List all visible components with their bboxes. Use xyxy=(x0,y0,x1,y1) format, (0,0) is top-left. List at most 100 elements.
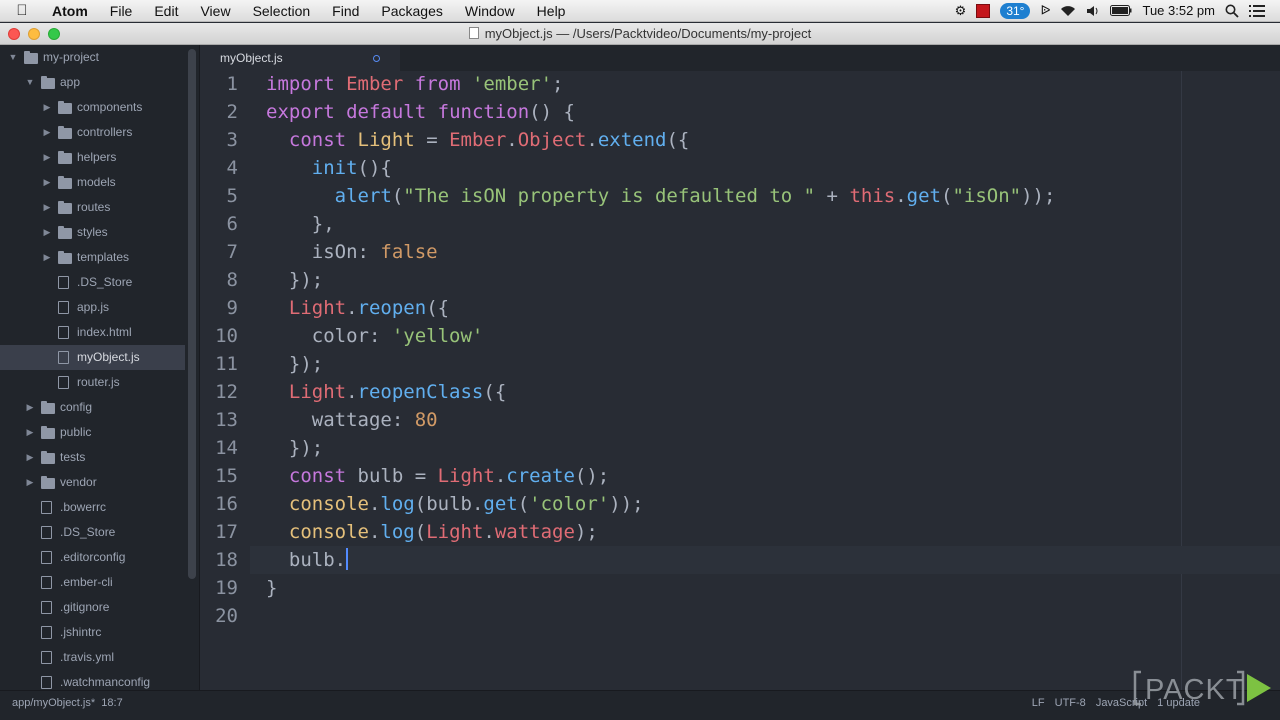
line-number[interactable]: 10 xyxy=(200,322,238,350)
code-line[interactable]: wattage: 80 xyxy=(266,406,438,434)
menu-selection[interactable]: Selection xyxy=(242,0,322,22)
line-number[interactable]: 7 xyxy=(200,238,238,266)
code-line[interactable]: export default function() { xyxy=(266,98,575,126)
bluetooth-icon[interactable]: ᐉ xyxy=(1040,3,1050,19)
tree-item-dot-jshintrc[interactable]: .jshintrc xyxy=(0,620,185,645)
search-icon[interactable] xyxy=(1225,4,1239,18)
wifi-icon[interactable] xyxy=(1060,5,1076,17)
code-line[interactable]: }); xyxy=(266,434,323,462)
weather-widget[interactable]: 31° xyxy=(1000,2,1031,19)
chevron-down-icon[interactable]: ▼ xyxy=(25,70,35,95)
menu-app-name[interactable]: Atom xyxy=(44,0,99,22)
chevron-right-icon[interactable]: ▶ xyxy=(42,245,52,270)
tree-item-myobject-js[interactable]: myObject.js xyxy=(0,345,185,370)
tree-item-tests[interactable]: ▶ tests xyxy=(0,445,185,470)
tree-item-controllers[interactable]: ▶ controllers xyxy=(0,120,185,145)
tree-item-vendor[interactable]: ▶ vendor xyxy=(0,470,185,495)
code-line[interactable]: Light.reopenClass({ xyxy=(266,378,506,406)
code-line[interactable]: console.log(bulb.get('color')); xyxy=(266,490,644,518)
line-number[interactable]: 6 xyxy=(200,210,238,238)
notification-center-icon[interactable] xyxy=(1249,4,1265,17)
code-line[interactable]: }); xyxy=(266,350,323,378)
tree-item-components[interactable]: ▶ components xyxy=(0,95,185,120)
code-line[interactable]: alert("The isON property is defaulted to… xyxy=(266,182,1056,210)
tree-item-dot-watchmanconfig[interactable]: .watchmanconfig xyxy=(0,670,185,690)
apple-icon[interactable]:  xyxy=(0,2,44,19)
status-line-ending[interactable]: LF xyxy=(1032,691,1045,715)
menu-file[interactable]: File xyxy=(99,0,144,22)
code-editor[interactable]: 1 2 3 4 5 6 7 8 9 10 11 12 13 14 15 16 17 18 19 20 import E… xyxy=(200,71,1280,690)
line-number[interactable]: 14 xyxy=(200,434,238,462)
code-line[interactable]: init(){ xyxy=(266,154,392,182)
line-number[interactable]: 9 xyxy=(200,294,238,322)
tree-item-dot-bowerrc[interactable]: .bowerrc xyxy=(0,495,185,520)
code-line[interactable]: isOn: false xyxy=(266,238,438,266)
menu-window[interactable]: Window xyxy=(454,0,526,22)
tree-item-models[interactable]: ▶ models xyxy=(0,170,185,195)
tab-myobject-js[interactable]: myObject.js xyxy=(200,45,400,71)
line-number[interactable]: 12 xyxy=(200,378,238,406)
modified-indicator-icon[interactable] xyxy=(373,55,380,62)
line-number[interactable]: 13 xyxy=(200,406,238,434)
tree-item-index-html[interactable]: index.html xyxy=(0,320,185,345)
chevron-right-icon[interactable]: ▶ xyxy=(42,170,52,195)
line-number[interactable]: 11 xyxy=(200,350,238,378)
battery-icon[interactable] xyxy=(1110,5,1132,16)
line-number[interactable]: 18 xyxy=(200,546,238,574)
tree-item-dot-ember-cli[interactable]: .ember-cli xyxy=(0,570,185,595)
chevron-right-icon[interactable]: ▶ xyxy=(42,145,52,170)
chevron-right-icon[interactable]: ▶ xyxy=(25,470,35,495)
chevron-right-icon[interactable]: ▶ xyxy=(25,395,35,420)
tree-view-scrollbar[interactable] xyxy=(188,49,196,579)
menu-help[interactable]: Help xyxy=(526,0,577,22)
line-number[interactable]: 3 xyxy=(200,126,238,154)
status-encoding[interactable]: UTF-8 xyxy=(1055,691,1086,715)
line-number[interactable]: 19 xyxy=(200,574,238,602)
clock[interactable]: Tue 3:52 pm xyxy=(1142,3,1215,18)
tree-item-public[interactable]: ▶ public xyxy=(0,420,185,445)
menu-view[interactable]: View xyxy=(189,0,241,22)
line-number[interactable]: 17 xyxy=(200,518,238,546)
tree-item-dot-ds-store[interactable]: .DS_Store xyxy=(0,520,185,545)
chevron-right-icon[interactable]: ▶ xyxy=(42,95,52,120)
code-line[interactable]: bulb. xyxy=(266,546,349,574)
menu-find[interactable]: Find xyxy=(321,0,370,22)
menu-packages[interactable]: Packages xyxy=(370,0,453,22)
menu-edit[interactable]: Edit xyxy=(143,0,189,22)
code-line[interactable]: }, xyxy=(266,210,335,238)
tree-item-dot-gitignore[interactable]: .gitignore xyxy=(0,595,185,620)
chevron-right-icon[interactable]: ▶ xyxy=(42,120,52,145)
line-number[interactable]: 16 xyxy=(200,490,238,518)
code-line[interactable]: const Light = Ember.Object.extend({ xyxy=(266,126,689,154)
tree-item-dot-ds-store[interactable]: .DS_Store xyxy=(0,270,185,295)
line-number[interactable]: 15 xyxy=(200,462,238,490)
chevron-right-icon[interactable]: ▶ xyxy=(25,445,35,470)
chevron-right-icon[interactable]: ▶ xyxy=(25,420,35,445)
tree-item-dot-editorconfig[interactable]: .editorconfig xyxy=(0,545,185,570)
code-line[interactable]: Light.reopen({ xyxy=(266,294,449,322)
line-number[interactable]: 1 xyxy=(200,70,238,98)
tree-item-app[interactable]: ▼ app xyxy=(0,70,185,95)
tree-item-styles[interactable]: ▶ styles xyxy=(0,220,185,245)
tree-item-router-js[interactable]: router.js xyxy=(0,370,185,395)
code-line[interactable]: console.log(Light.wattage); xyxy=(266,518,598,546)
volume-icon[interactable] xyxy=(1086,5,1100,17)
line-number[interactable]: 2 xyxy=(200,98,238,126)
status-file-path[interactable]: app/myObject.js* xyxy=(12,697,95,709)
tree-item-my-project[interactable]: ▼ my-project xyxy=(0,45,185,70)
tree-item-dot-travis-yml[interactable]: .travis.yml xyxy=(0,645,185,670)
code-line[interactable]: const bulb = Light.create(); xyxy=(266,462,609,490)
gear-icon[interactable]: ⚙ xyxy=(955,3,967,19)
chevron-right-icon[interactable]: ▶ xyxy=(42,195,52,220)
recording-icon[interactable] xyxy=(976,3,991,18)
line-number[interactable]: 8 xyxy=(200,266,238,294)
code-line[interactable]: }); xyxy=(266,266,323,294)
tree-item-config[interactable]: ▶ config xyxy=(0,395,185,420)
chevron-right-icon[interactable]: ▶ xyxy=(42,220,52,245)
chevron-down-icon[interactable]: ▼ xyxy=(8,45,18,70)
line-number[interactable]: 20 xyxy=(200,602,238,630)
tree-item-helpers[interactable]: ▶ helpers xyxy=(0,145,185,170)
code-line[interactable]: } xyxy=(266,574,277,602)
code-line[interactable]: color: 'yellow' xyxy=(266,322,484,350)
line-number[interactable]: 5 xyxy=(200,182,238,210)
